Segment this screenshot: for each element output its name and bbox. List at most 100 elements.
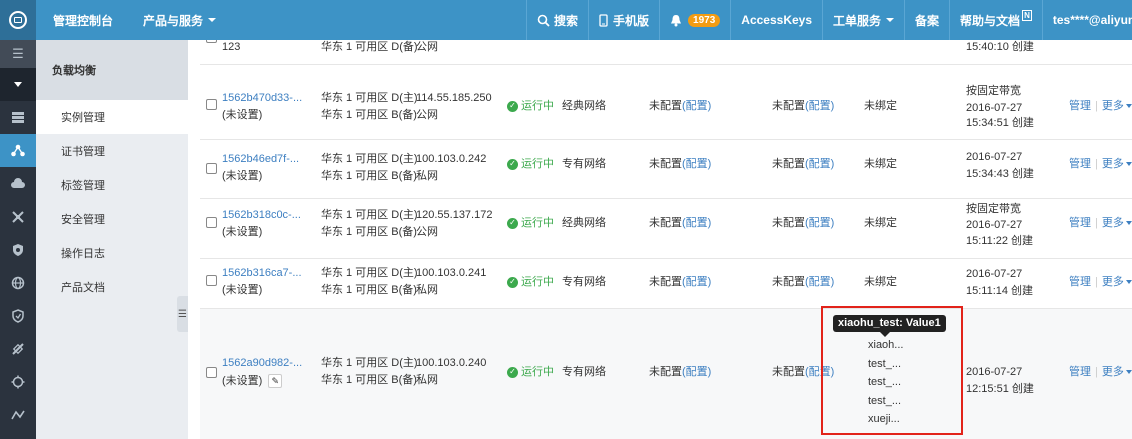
instance-id-link[interactable]: 1562a90d982-... [222,355,302,371]
cdn-icon[interactable] [0,332,36,365]
instance-id-link[interactable]: 1562b318c0c-... [222,207,301,223]
tag-item[interactable]: xiaoh... [868,338,903,352]
row-checkbox[interactable] [206,99,217,110]
side-nav-item-certificates[interactable]: 证书管理 [36,134,188,168]
row-actions: 管理 | 更多 [1069,215,1132,231]
instance-name: (未设置) [222,226,263,238]
created-date: 2016-07-27 [966,268,1023,280]
mobile-button[interactable]: 手机版 [589,0,659,40]
more-menu[interactable]: 更多 [1102,158,1124,170]
tag-item[interactable]: test_... [868,375,901,389]
tag-item[interactable]: test_... [868,394,901,408]
side-nav-item-instances[interactable]: 实例管理 [36,100,188,134]
configure-link[interactable]: (配置) [805,158,834,170]
row-checkbox[interactable] [206,40,217,43]
console-logo[interactable] [0,0,36,40]
status-running: ✓ 运行中 专有网络 [507,364,606,380]
search-button[interactable]: 搜索 [527,0,588,40]
ip-address: 100.103.0.241 [416,267,487,279]
server-icon[interactable] [0,101,36,134]
accesskeys-link[interactable]: AccessKeys [731,0,822,40]
shield-icon[interactable] [0,233,36,266]
configure-link[interactable]: (配置) [682,100,711,112]
configure-link[interactable]: (配置) [682,217,711,229]
status-running: ✓ 运行中 经典网络 [507,215,606,231]
instance-table: 123 华东 1 可用区 D(备) 公网 2016-07-27 15:40:10… [200,40,1132,439]
created-time: 15:34:51 创建 [966,117,1034,129]
monitor-chart-icon[interactable] [0,398,36,431]
chevron-down-icon [1125,280,1132,285]
config-cell: 未配置(配置) [649,364,711,380]
ip-address: 100.103.0.240 [416,357,487,369]
mobile-label: 手机版 [613,13,650,28]
zone-primary: 华东 1 可用区 D(主) [321,209,418,221]
load-balancer-icon[interactable] [0,134,36,167]
config-cell: 未配置(配置) [772,156,834,172]
manage-link[interactable]: 管理 [1069,158,1091,170]
tickets-label: 工单服务 [833,13,882,28]
instance-id-link[interactable]: 1562b46ed7f-... [222,151,299,167]
more-menu[interactable]: 更多 [1102,276,1124,288]
collapse-sidebar-icon[interactable]: ☰ [177,296,188,332]
instance-id-link[interactable]: 1562b316ca7-... [222,265,302,281]
configure-link[interactable]: (配置) [805,276,834,288]
cloud-database-icon[interactable] [0,167,36,200]
chevron-down-icon [1125,370,1132,375]
manage-link[interactable]: 管理 [1069,366,1091,378]
configure-link[interactable]: (配置) [682,276,711,288]
config-cell: 未配置(配置) [649,98,711,114]
config-status: 未配置 [649,366,682,378]
configure-link[interactable]: (配置) [682,158,711,170]
manage-link[interactable]: 管理 [1069,276,1091,288]
tickets-menu[interactable]: 工单服务 [823,0,904,40]
row-checkbox[interactable] [206,163,217,174]
instance-name: (未设置) [222,375,263,387]
expand-caret-icon[interactable] [0,68,36,101]
manage-link[interactable]: 管理 [1069,100,1091,112]
chevron-down-icon [1125,221,1132,226]
more-menu[interactable]: 更多 [1102,366,1124,378]
security-shield-icon[interactable] [0,299,36,332]
side-nav-item-logs[interactable]: 操作日志 [36,236,188,270]
row-checkbox[interactable] [206,217,217,228]
created-time: 15:34:43 创建 [966,168,1034,180]
side-nav-item-docs[interactable]: 产品文档 [36,270,188,304]
configure-link[interactable]: (配置) [805,100,834,112]
row-actions: 管理 | 更多 [1069,98,1132,114]
tag-item[interactable]: test_... [868,357,901,371]
pencil-icon[interactable]: ✎ [268,374,283,389]
notifications-button[interactable]: 1973 [660,0,730,40]
config-status: 未配置 [772,366,805,378]
instance-name: (未设置) [222,109,263,121]
network-icon[interactable] [0,200,36,233]
console-title[interactable]: 管理控制台 [53,0,113,40]
instance-id-link[interactable]: 1562b470d33-... [222,90,302,106]
more-menu[interactable]: 更多 [1102,217,1124,229]
configure-link[interactable]: (配置) [805,217,834,229]
products-menu[interactable]: 产品与服务 [143,0,217,40]
side-nav-item-security[interactable]: 安全管理 [36,202,188,236]
more-menu[interactable]: 更多 [1102,100,1124,112]
ip-type: 公网 [416,226,438,238]
billing-type: 按固定带宽 [966,85,1021,97]
row-checkbox[interactable] [206,367,217,378]
side-nav-item-tags[interactable]: 标签管理 [36,168,188,202]
instance-name: (未设置) [222,170,263,182]
network-type: 专有网络 [562,276,606,288]
menu-toggle-icon[interactable]: ☰ [0,40,36,68]
target-icon[interactable] [0,365,36,398]
slb-side-nav: 负载均衡 实例管理 证书管理 标签管理 安全管理 操作日志 产品文档 [36,40,188,439]
zone-primary: 华东 1 可用区 D(主) [321,267,418,279]
help-docs-link[interactable]: 帮助与文档 N [950,0,1042,40]
tag-item[interactable]: xueji... [868,412,900,426]
ip-address: 100.103.0.242 [416,153,487,165]
config-status: 未配置 [772,158,805,170]
user-account-menu[interactable]: tes****@aliyun.com [1043,0,1132,40]
configure-link[interactable]: (配置) [682,366,711,378]
manage-link[interactable]: 管理 [1069,217,1091,229]
beian-link[interactable]: 备案 [905,0,949,40]
side-nav-title: 负载均衡 [36,40,188,100]
globe-icon[interactable] [0,266,36,299]
check-circle-icon: ✓ [507,100,518,112]
row-checkbox[interactable] [206,275,217,286]
